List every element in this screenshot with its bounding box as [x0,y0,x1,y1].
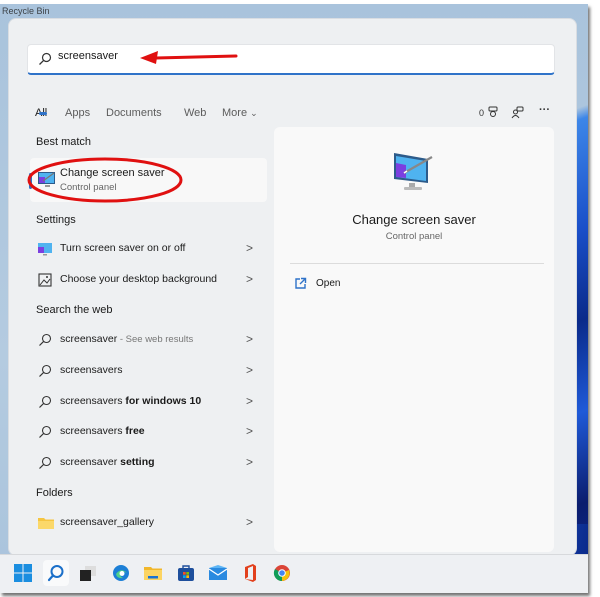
search-panel: All Apps Documents Web More ⌄ 0 ··· Best [8,18,577,556]
taskbar-edge[interactable] [108,560,134,586]
open-external-icon [295,277,307,289]
account-switch-button[interactable] [511,106,525,122]
web-query: screensaver [60,333,118,345]
taskbar-store[interactable] [173,560,199,586]
web-query-suffix: for windows 10 [122,395,202,407]
windows-start-icon [14,564,32,582]
search-icon [39,395,52,408]
trophy-icon [488,106,498,117]
chevron-right-icon: > [245,363,253,377]
settings-item-desktop-background[interactable]: Choose your desktop background > [30,266,267,294]
office-icon [245,564,256,582]
search-icon [39,364,52,377]
section-search-web: Search the web [36,304,113,316]
preview-pane: Change screen saver Control panel Open [274,127,554,552]
settings-item-screen-saver[interactable]: Turn screen saver on or off > [30,235,267,263]
settings-item-label: Turn screen saver on or off [60,242,186,254]
taskbar-mail[interactable] [205,560,231,586]
search-icon [39,456,52,469]
search-box[interactable] [27,44,555,75]
search-icon [39,333,52,346]
section-folders: Folders [36,487,73,499]
taskbar-office[interactable] [237,560,263,586]
web-query: screensavers [60,364,123,376]
taskbar-task-view[interactable] [75,560,101,586]
web-result-item[interactable]: screensaver - See web results > [30,326,267,354]
best-match-item[interactable]: Change screen saver Control panel [29,158,267,202]
web-result-item[interactable]: screensavers free > [30,418,267,446]
tab-more[interactable]: More ⌄ [222,107,258,119]
search-icon [39,425,52,438]
web-result-item[interactable]: screensaver setting > [30,449,267,477]
chevron-down-icon: ⌄ [250,108,258,118]
taskbar-chrome[interactable] [269,560,295,586]
section-settings: Settings [36,214,76,226]
web-result-item[interactable]: screensavers > [30,357,267,385]
picture-icon [38,273,52,287]
search-icon [47,565,64,582]
search-icon [39,52,52,65]
chevron-right-icon: > [245,332,253,346]
web-query: screensavers [60,395,123,407]
best-match-title: Change screen saver [60,167,165,179]
rewards-button[interactable]: 0 [479,106,499,119]
screen-saver-monitor-icon [394,153,433,190]
microsoft-store-icon [178,565,194,581]
tab-apps[interactable]: Apps [65,107,90,119]
settings-item-label: Choose your desktop background [60,273,218,285]
preview-divider [290,263,544,264]
folder-item-label: screensaver_gallery [60,516,154,528]
task-view-icon [80,566,96,581]
recycle-bin-label[interactable]: Recycle Bin [2,6,50,16]
mail-icon [208,565,228,580]
open-label: Open [316,278,341,289]
web-query-suffix: free [122,425,145,437]
tab-documents[interactable]: Documents [106,107,162,119]
chevron-right-icon: > [245,424,253,438]
chevron-right-icon: > [245,272,253,286]
search-input[interactable] [58,50,458,62]
folder-item[interactable]: screensaver_gallery > [30,509,267,537]
taskbar [0,554,588,593]
taskbar-start[interactable] [10,560,36,586]
chevron-right-icon: > [245,515,253,529]
selection-indicator [29,173,32,189]
chevron-right-icon: > [245,241,253,255]
preview-title: Change screen saver [352,212,476,227]
more-options-button[interactable]: ··· [539,104,550,116]
screenshot-frame: Recycle Bin All Apps Documents Web More … [0,4,588,593]
screen-saver-icon [38,243,52,256]
file-explorer-icon [144,567,162,580]
folder-icon [38,518,54,529]
edge-browser-icon [113,565,129,581]
screen-saver-monitor-icon [38,172,55,187]
best-match-subtitle: Control panel [60,182,117,193]
tab-more-label: More [222,107,248,119]
chevron-right-icon: > [245,394,253,408]
section-best-match: Best match [36,136,92,148]
annotation-arrow [140,51,238,64]
web-query: screensavers [60,425,123,437]
web-see-results: - See web results [117,334,194,345]
tab-web[interactable]: Web [184,107,206,119]
web-query-suffix: setting [117,456,155,468]
ellipsis-icon: ··· [539,104,550,116]
taskbar-file-explorer[interactable] [140,560,166,586]
chrome-icon [273,565,290,582]
web-query: screensaver [60,456,118,468]
web-result-item[interactable]: screensavers for windows 10 > [30,388,267,416]
rewards-count: 0 [479,108,485,118]
account-switch-icon [511,106,524,119]
taskbar-search[interactable] [43,560,69,586]
chevron-right-icon: > [245,455,253,469]
preview-subtitle: Control panel [385,231,443,242]
active-tab-indicator [39,112,47,115]
